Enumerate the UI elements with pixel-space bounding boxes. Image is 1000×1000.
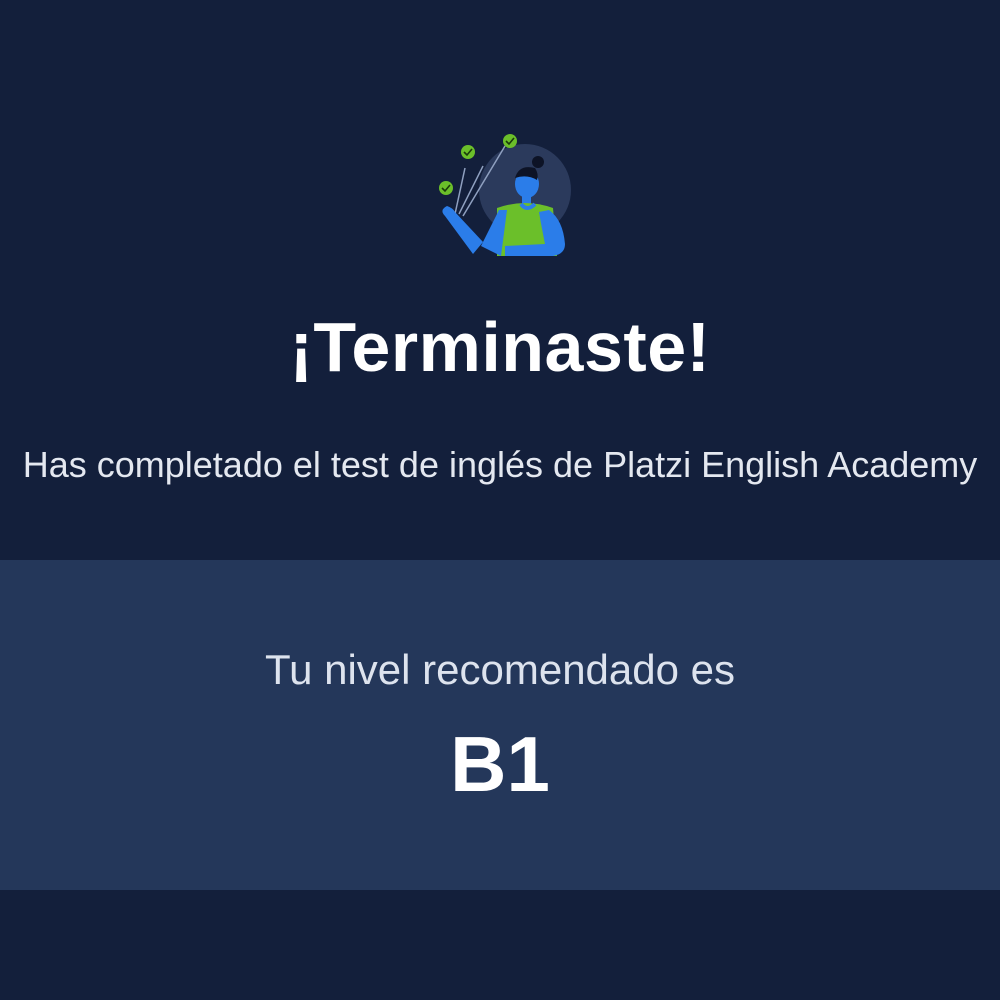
completion-page: ¡Terminaste! Has completado el test de i… (0, 0, 1000, 1000)
celebrating-person-with-checkmarks-icon (425, 128, 585, 273)
completion-message: Has completado el test de inglés de Plat… (0, 440, 1000, 490)
recommended-level-label: Tu nivel recomendado es (264, 646, 736, 693)
recommended-level-value: B1 (450, 720, 550, 808)
result-card: Tu nivel recomendado es B1 (0, 560, 1000, 890)
completion-message-text: Has completado el test de inglés de Plat… (22, 444, 978, 485)
page-title: ¡Terminaste! (289, 308, 711, 386)
